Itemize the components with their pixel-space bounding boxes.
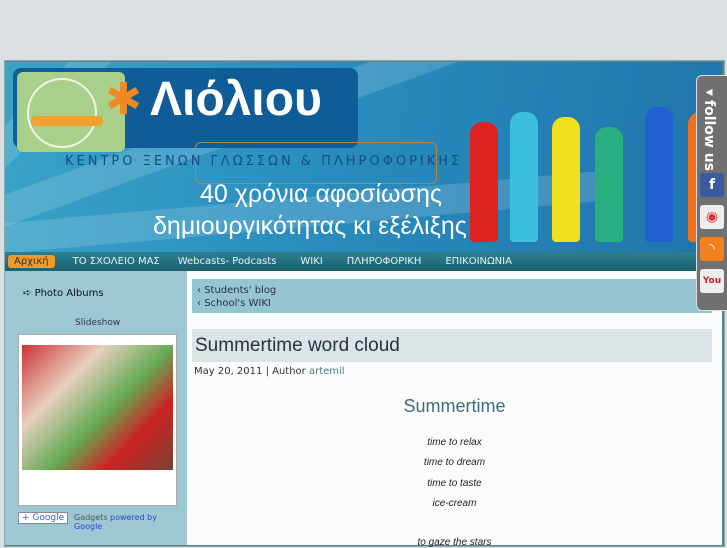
nav-contact[interactable]: ΕΠΙΚΟΙΝΩΝΙΑ — [445, 256, 512, 267]
sidebar: ➪ Photo Albums Slideshow + Google Gadget… — [5, 271, 187, 545]
poem-line: ice-cream — [432, 498, 477, 509]
follow-us-label: ◂follow us — [701, 84, 717, 172]
poem-line: to gaze the stars — [417, 537, 492, 548]
gadgets-label: Gadgets — [74, 513, 108, 522]
person-icon: ✱ — [105, 74, 142, 125]
author-link[interactable]: artemil — [309, 366, 345, 377]
kids-photo — [460, 72, 722, 252]
brand-name: Λιόλιου — [150, 73, 322, 126]
slogan-line1: 40 χρόνια αφοσίωσης — [200, 180, 442, 208]
globe-icon — [27, 78, 97, 148]
photo-albums-link[interactable]: ➪ Photo Albums — [23, 288, 104, 299]
links-box: ‹ Students' blog ‹ School's WIKI — [192, 279, 712, 313]
photo-albums-label: Photo Albums — [34, 288, 104, 299]
poem-line: time to relax — [427, 437, 482, 448]
poem-heading: Summertime — [403, 396, 506, 416]
arrow-right-icon: ➪ — [23, 288, 35, 299]
post-title[interactable]: Summertime word cloud — [192, 329, 712, 362]
follow-us-tab[interactable]: ◂follow us f ◉ ◝ You — [696, 75, 727, 311]
add-to-google-button[interactable]: + Google — [18, 512, 69, 524]
slideshow-label: Slideshow — [75, 318, 121, 328]
poem-line: time to taste — [427, 478, 482, 489]
nav-informatics[interactable]: ΠΛΗΡΟΦΟΡΙΚΗ — [347, 256, 422, 267]
slogan-line2: δημιουργικότητας κι εξέλιξης — [153, 212, 467, 240]
youtube-icon[interactable]: You — [700, 269, 724, 293]
nav-home[interactable]: Αρχική — [8, 255, 55, 268]
slideshow-widget[interactable] — [18, 334, 177, 506]
post-date: May 20, 2011 | Author — [194, 366, 309, 377]
nav-school[interactable]: ΤΟ ΣΧΟΛΕΙΟ ΜΑΣ — [73, 256, 160, 267]
gadgets-credit: Gadgets powered by Google — [74, 513, 187, 531]
post-meta: May 20, 2011 | Author artemil — [194, 366, 345, 377]
students-blog-link[interactable]: ‹ Students' blog — [197, 284, 712, 297]
rss-icon[interactable]: ◝ — [700, 237, 724, 261]
poem-line: time to dream — [423, 457, 486, 468]
main-nav: Αρχική ΤΟ ΣΧΟΛΕΙΟ ΜΑΣ Webcasts- Podcasts… — [5, 252, 722, 271]
slideshow-photo[interactable] — [22, 345, 173, 470]
subtitle: ΚΕΝΤΡΟ ΞΕΝΩΝ ΓΛΩΣΣΩΝ & ΠΛΗΡΟΦΟΡΙΚΗΣ — [65, 154, 463, 169]
arrow-icon — [31, 116, 103, 126]
picasa-icon[interactable]: ◉ — [700, 205, 724, 229]
link-label: Students' blog — [204, 285, 277, 296]
header-banner: ✱ Λιόλιου ΚΕΝΤΡΟ ΞΕΝΩΝ ΓΛΩΣΣΩΝ & ΠΛΗΡΟΦΟ… — [5, 62, 722, 252]
facebook-icon[interactable]: f — [700, 173, 724, 197]
school-wiki-link[interactable]: ‹ School's WIKI — [197, 297, 712, 310]
main-content: ‹ Students' blog ‹ School's WIKI Summert… — [187, 271, 722, 548]
nav-wiki[interactable]: WIKI — [300, 256, 322, 267]
nav-webcasts[interactable]: Webcasts- Podcasts — [178, 256, 277, 267]
link-label: School's WIKI — [204, 298, 271, 309]
